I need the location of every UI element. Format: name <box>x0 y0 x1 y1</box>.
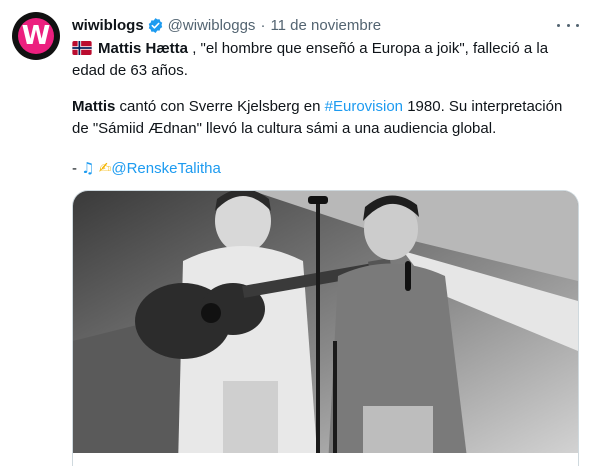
separator-dot: · <box>260 16 266 34</box>
more-options-icon[interactable] <box>556 15 580 35</box>
photo-musicians-on-stage <box>73 191 578 466</box>
user-handle[interactable]: @wiwibloggs <box>168 17 256 34</box>
mention-link[interactable]: @RenskeTalitha <box>111 160 220 177</box>
mentioned-person-name: Mattis Hætta <box>98 40 189 57</box>
mentioned-person-name-2: Mattis <box>72 98 116 115</box>
hashtag-link[interactable]: #Eurovision <box>325 98 403 115</box>
music-notes-icon: ♫ <box>81 159 95 177</box>
tweet: W wiwiblogs @wiwibloggs · 11 de noviembr… <box>0 0 589 466</box>
tweet-text-paragraph-1: Mattis Hætta , "el hombre que enseñó a E… <box>72 38 572 82</box>
credit-prefix: - <box>72 160 82 177</box>
avatar-logo: W <box>18 18 54 54</box>
text-segment: cantó con Sverre Kjelsberg en <box>115 98 325 115</box>
display-name[interactable]: wiwiblogs <box>72 17 144 34</box>
tweet-date[interactable]: 11 de noviembre <box>270 17 381 34</box>
tweet-text-credit: - ♫ ✍@RenskeTalitha <box>72 157 572 180</box>
tweet-photo[interactable] <box>72 190 579 466</box>
writing-hand-icon: ✍ <box>98 159 112 177</box>
avatar[interactable]: W <box>12 12 60 60</box>
verified-badge-icon <box>148 17 162 33</box>
norway-flag-icon <box>72 41 92 55</box>
tweet-header: wiwiblogs @wiwibloggs · 11 de noviembre <box>72 14 542 36</box>
tweet-text-paragraph-2: Mattis cantó con Sverre Kjelsberg en #Eu… <box>72 96 572 140</box>
